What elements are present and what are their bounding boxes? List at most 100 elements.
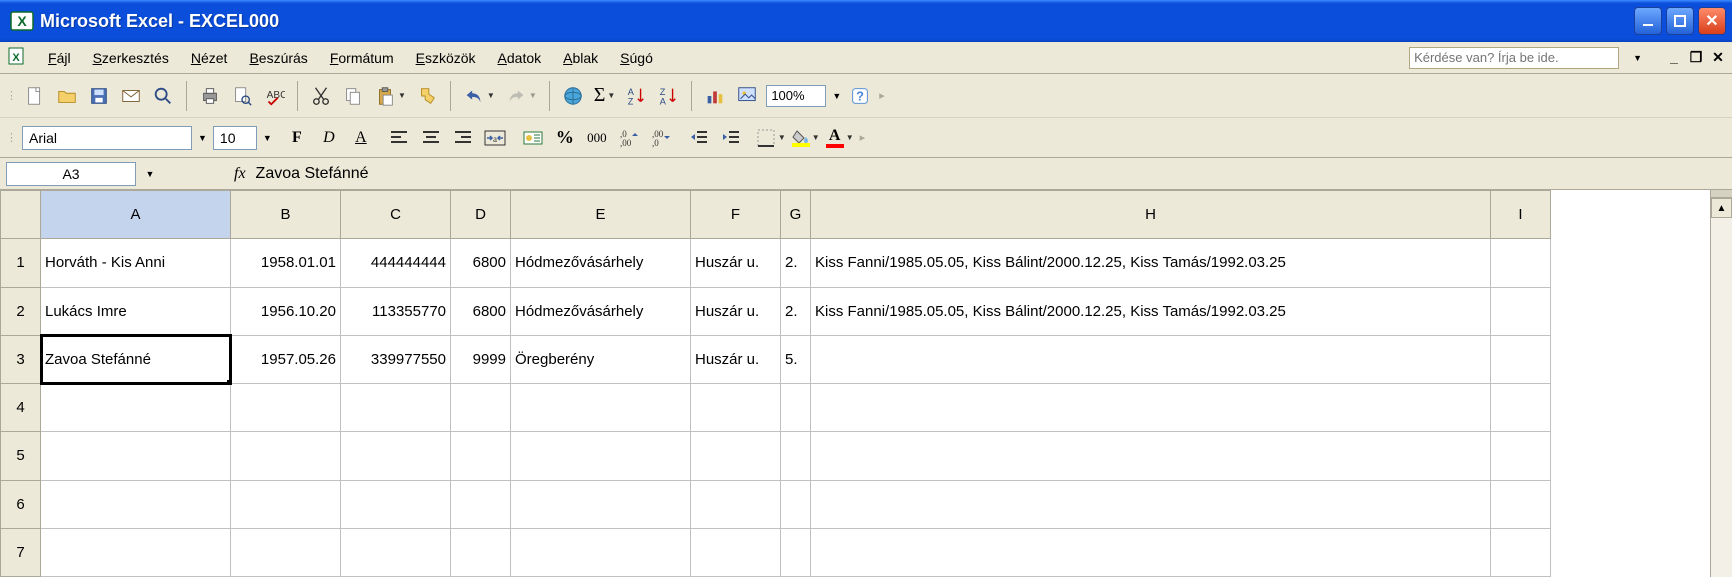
copy-button[interactable] (340, 81, 366, 111)
menu-view[interactable]: Nézet (187, 48, 232, 68)
menu-tools[interactable]: Eszközök (412, 48, 480, 68)
font-size-dropdown-icon[interactable]: ▼ (263, 133, 272, 143)
hyperlink-button[interactable] (560, 81, 586, 111)
toolbar-grip[interactable]: ⋮ (6, 89, 16, 102)
name-box[interactable]: A3 (6, 162, 136, 186)
spellcheck-button[interactable]: ABC (261, 81, 287, 111)
cell-I5[interactable] (1491, 432, 1551, 480)
currency-button[interactable] (520, 124, 546, 152)
document-icon[interactable]: X (6, 46, 26, 69)
mdi-restore-button[interactable]: ❐ (1688, 49, 1704, 66)
open-button[interactable] (54, 81, 80, 111)
search-button[interactable] (150, 81, 176, 111)
mdi-close-button[interactable]: ✕ (1710, 49, 1726, 66)
font-color-button[interactable]: A▼ (826, 124, 854, 152)
cell-B2[interactable]: 1956.10.20 (231, 287, 341, 335)
cell-E2[interactable]: Hódmezővásárhely (511, 287, 691, 335)
cell-E5[interactable] (511, 432, 691, 480)
comma-button[interactable]: 000 (584, 124, 610, 152)
cell-G3[interactable]: 5. (781, 335, 811, 383)
menu-edit[interactable]: Szerkesztés (89, 48, 173, 68)
menu-insert[interactable]: Beszúrás (245, 48, 311, 68)
cell-G2[interactable]: 2. (781, 287, 811, 335)
cell-I3[interactable] (1491, 335, 1551, 383)
fx-icon[interactable]: fx (234, 165, 246, 183)
row-header-1[interactable]: 1 (1, 239, 41, 287)
align-right-button[interactable] (450, 124, 476, 152)
column-header-I[interactable]: I (1491, 191, 1551, 239)
cell-H7[interactable] (811, 528, 1491, 576)
row-header-4[interactable]: 4 (1, 384, 41, 432)
cell-G7[interactable] (781, 528, 811, 576)
borders-button[interactable]: ▼ (756, 124, 786, 152)
cell-D1[interactable]: 6800 (451, 239, 511, 287)
scroll-track[interactable] (1711, 218, 1732, 577)
cell-A2[interactable]: Lukács Imre (41, 287, 231, 335)
cell-B6[interactable] (231, 480, 341, 528)
cell-E1[interactable]: Hódmezővásárhely (511, 239, 691, 287)
split-handle[interactable] (1711, 190, 1732, 198)
cell-I1[interactable] (1491, 239, 1551, 287)
cell-B1[interactable]: 1958.01.01 (231, 239, 341, 287)
column-header-C[interactable]: C (341, 191, 451, 239)
column-header-F[interactable]: F (691, 191, 781, 239)
save-button[interactable] (86, 81, 112, 111)
menu-format[interactable]: Formátum (326, 48, 398, 68)
new-button[interactable] (22, 81, 48, 111)
increase-indent-button[interactable] (718, 124, 744, 152)
print-button[interactable] (197, 81, 223, 111)
cell-F3[interactable]: Huszár u. (691, 335, 781, 383)
cell-F1[interactable]: Huszár u. (691, 239, 781, 287)
cell-A4[interactable] (41, 384, 231, 432)
cell-I7[interactable] (1491, 528, 1551, 576)
column-header-D[interactable]: D (451, 191, 511, 239)
question-dropdown-icon[interactable]: ▼ (1633, 53, 1642, 63)
maximize-button[interactable] (1666, 7, 1694, 35)
column-header-E[interactable]: E (511, 191, 691, 239)
toolbar-overflow[interactable]: ▸ (879, 89, 884, 102)
cell-I6[interactable] (1491, 480, 1551, 528)
menu-data[interactable]: Adatok (494, 48, 546, 68)
cell-C5[interactable] (341, 432, 451, 480)
fmt-toolbar-grip[interactable]: ⋮ (6, 131, 16, 144)
zoom-dropdown-icon[interactable]: ▼ (832, 91, 841, 101)
column-header-A[interactable]: A (41, 191, 231, 239)
cell-E6[interactable] (511, 480, 691, 528)
increase-decimal-button[interactable]: ,0,00 (616, 124, 642, 152)
cell-C4[interactable] (341, 384, 451, 432)
cell-F4[interactable] (691, 384, 781, 432)
font-name-dropdown-icon[interactable]: ▼ (198, 133, 207, 143)
fill-color-button[interactable]: ▼ (792, 124, 820, 152)
menu-file[interactable]: Fájl (44, 48, 75, 68)
percent-button[interactable]: % (552, 124, 578, 152)
mdi-minimize-button[interactable]: _ (1666, 49, 1682, 66)
chart-button[interactable] (702, 81, 728, 111)
cell-F2[interactable]: Huszár u. (691, 287, 781, 335)
cell-H1[interactable]: Kiss Fanni/1985.05.05, Kiss Bálint/2000.… (811, 239, 1491, 287)
row-header-2[interactable]: 2 (1, 287, 41, 335)
cell-A6[interactable] (41, 480, 231, 528)
italic-button[interactable]: D (316, 124, 342, 152)
scroll-up-button[interactable]: ▲ (1711, 198, 1732, 218)
cell-C1[interactable]: 444444444 (341, 239, 451, 287)
column-header-G[interactable]: G (781, 191, 811, 239)
cell-H5[interactable] (811, 432, 1491, 480)
bold-button[interactable]: F (284, 124, 310, 152)
cell-D3[interactable]: 9999 (451, 335, 511, 383)
menu-window[interactable]: Ablak (559, 48, 602, 68)
cell-G4[interactable] (781, 384, 811, 432)
cell-H2[interactable]: Kiss Fanni/1985.05.05, Kiss Bálint/2000.… (811, 287, 1491, 335)
cell-H6[interactable] (811, 480, 1491, 528)
cell-D4[interactable] (451, 384, 511, 432)
cell-C3[interactable]: 339977550 (341, 335, 451, 383)
row-header-6[interactable]: 6 (1, 480, 41, 528)
redo-button[interactable]: ▼ (503, 81, 539, 111)
cell-B4[interactable] (231, 384, 341, 432)
cell-G1[interactable]: 2. (781, 239, 811, 287)
fmt-toolbar-overflow[interactable]: ▸ (860, 131, 865, 144)
align-center-button[interactable] (418, 124, 444, 152)
font-name-combo[interactable]: Arial (22, 126, 192, 150)
undo-button[interactable]: ▼ (461, 81, 497, 111)
merge-center-button[interactable]: a (482, 124, 508, 152)
select-all-corner[interactable] (1, 191, 41, 239)
